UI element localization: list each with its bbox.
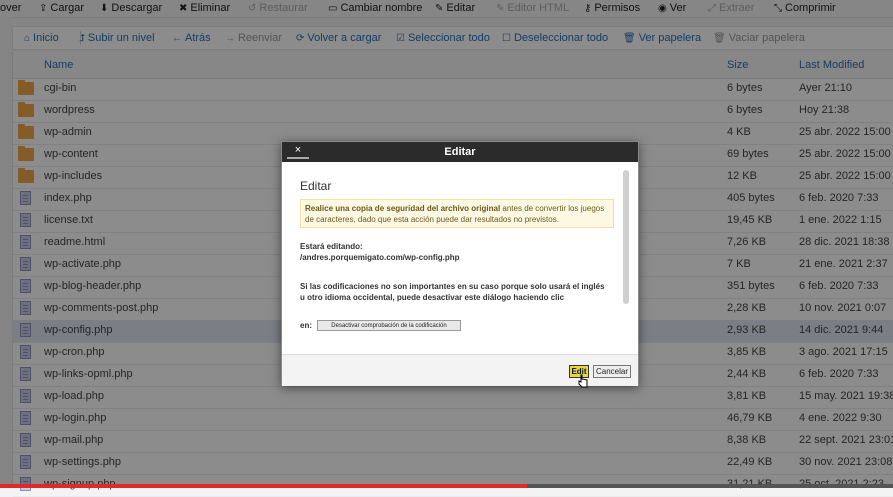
video-progress-bar[interactable] (0, 484, 893, 488)
hand-cursor-icon (578, 374, 588, 388)
dialog-heading: Editar (300, 179, 332, 193)
disable-encoding-check-button[interactable]: Desactivar comprobación de la codificaci… (317, 320, 461, 331)
video-progress-fill (0, 484, 527, 488)
cancel-button[interactable]: Cancelar (593, 365, 631, 378)
encoding-note: Si las codificaciones no son importantes… (300, 282, 605, 302)
warning-bold-text: Realice una copia de seguridad del archi… (305, 204, 501, 213)
close-icon[interactable]: × (287, 143, 309, 159)
editing-path: /andres.porquemigato.com/wp-config.php (300, 253, 460, 262)
dialog-scrollbar[interactable] (623, 170, 629, 304)
backup-warning: Realice una copia de seguridad del archi… (300, 199, 614, 228)
encoding-note-suffix: en: (300, 321, 312, 330)
edit-dialog: Editar × Editar Realice una copia de seg… (281, 141, 639, 386)
dialog-body: Editar Realice una copia de seguridad de… (282, 162, 622, 353)
editing-label: Estará editando: (300, 242, 363, 251)
dialog-title: Editar (282, 142, 638, 162)
